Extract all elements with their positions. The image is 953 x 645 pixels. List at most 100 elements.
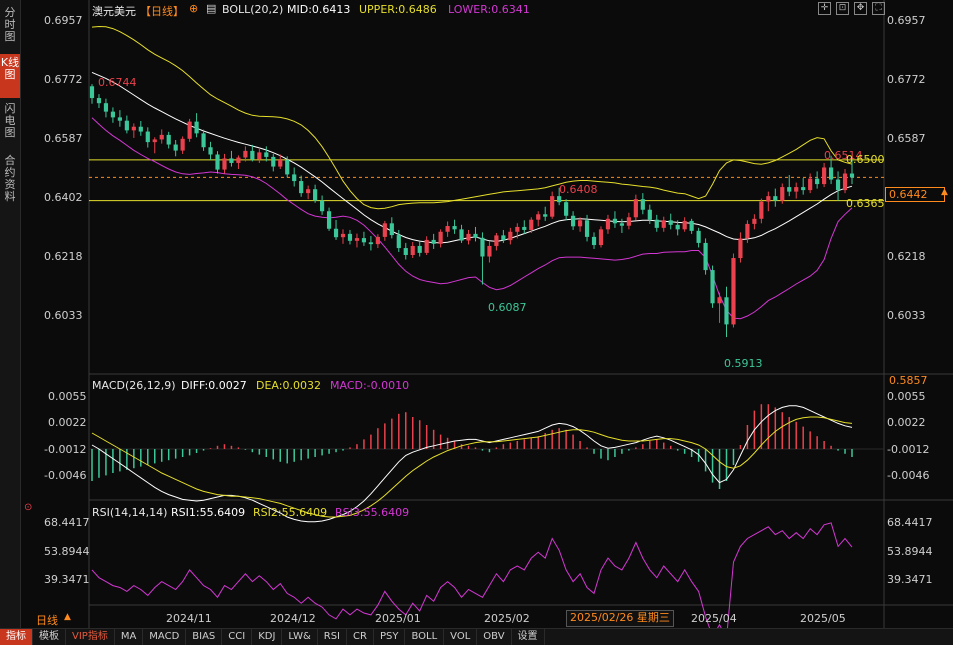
macd-dea-line xyxy=(91,416,853,518)
macd-diff-line xyxy=(91,405,853,523)
price-axis-label-right: 0.6587 xyxy=(887,132,926,145)
candle-body xyxy=(689,220,694,231)
annotation-high: 0.6744 xyxy=(98,76,137,89)
symbol-name: 澳元美元 xyxy=(92,5,136,18)
candle-body xyxy=(396,235,401,249)
tab-vol[interactable]: VOL xyxy=(444,629,478,645)
candle-body xyxy=(459,229,464,241)
tab-cci[interactable]: CCI xyxy=(222,629,253,645)
candle-body xyxy=(152,139,157,143)
candle-body xyxy=(794,187,799,192)
crosshair-date: 2025/02/26 星期三 xyxy=(566,610,674,627)
move-icon[interactable]: ✥ xyxy=(854,2,867,15)
tab-lw[interactable]: LW& xyxy=(282,629,318,645)
candle-body xyxy=(431,239,436,244)
candle-body xyxy=(815,178,820,185)
candle-body xyxy=(571,215,576,227)
candle-body xyxy=(368,242,373,245)
candle-body xyxy=(780,187,785,201)
candle-body xyxy=(759,201,764,219)
hline-label-upper: 0.6500 xyxy=(846,153,885,166)
candle-body xyxy=(173,144,178,151)
macd-axis-label-right: -0.0046 xyxy=(887,469,930,482)
macd-title: MACD(26,12,9) xyxy=(92,379,176,392)
candle-body xyxy=(640,199,645,210)
x-axis-label: 2024/12 xyxy=(270,612,316,625)
candle-body xyxy=(598,229,604,246)
x-axis-label: 2024/11 xyxy=(166,612,212,625)
candle-body xyxy=(501,235,506,241)
price-axis-label: 0.6033 xyxy=(44,309,83,322)
macd-axis-label: -0.0046 xyxy=(44,469,87,482)
macd-diff: DIFF:0.0027 xyxy=(181,379,247,392)
candle-body xyxy=(243,150,248,158)
boll-mid-line xyxy=(91,71,853,244)
period-selector[interactable]: 日线 xyxy=(36,612,58,628)
candle-body xyxy=(208,147,213,155)
tab-indicator[interactable]: 指标 xyxy=(0,629,33,645)
candle-body xyxy=(787,187,792,192)
rsi-1: RSI1:55.6409 xyxy=(171,506,246,519)
annotation-low: 0.5913 xyxy=(724,357,763,370)
crosshair-icon[interactable]: ✛ xyxy=(818,2,831,15)
pane-marker-icon[interactable]: ⊙ xyxy=(24,502,32,513)
candle-body xyxy=(264,152,269,157)
candle-body xyxy=(131,126,136,131)
candle-body xyxy=(257,152,262,160)
add-indicator-icon[interactable]: ⊕ xyxy=(189,2,198,15)
tab-template[interactable]: 模板 xyxy=(33,629,66,645)
candle-body xyxy=(187,121,192,139)
tab-psy[interactable]: PSY xyxy=(374,629,406,645)
candle-body xyxy=(842,173,848,191)
current-price-tag: 0.6442 xyxy=(885,187,945,202)
boll-upper-line xyxy=(91,25,853,210)
candle-body xyxy=(424,239,429,253)
rsi-axis-label: 53.8944 xyxy=(44,545,90,558)
candle-body xyxy=(738,238,743,259)
candle-body xyxy=(808,178,813,191)
candle-body xyxy=(473,233,478,238)
candle-body xyxy=(835,179,841,191)
candle-body xyxy=(731,258,736,325)
candle-body xyxy=(696,230,701,243)
period-dropdown-icon[interactable]: ▲ xyxy=(64,612,71,622)
tab-kdj[interactable]: KDJ xyxy=(252,629,283,645)
candle-body xyxy=(543,214,548,217)
tab-settings[interactable]: 设置 xyxy=(512,629,545,645)
zoom-icon[interactable]: ⊡ xyxy=(836,2,849,15)
indicator-settings-icon[interactable]: ▤ xyxy=(206,2,216,15)
tab-macd[interactable]: MACD xyxy=(143,629,187,645)
x-axis-label: 2025/02 xyxy=(484,612,530,625)
macd-value: MACD:-0.0010 xyxy=(330,379,410,392)
tab-boll[interactable]: BOLL xyxy=(405,629,445,645)
candle-body xyxy=(326,211,332,229)
rsi-3: RSI3:55.6409 xyxy=(335,506,410,519)
tab-cr[interactable]: CR xyxy=(347,629,374,645)
tab-rsi[interactable]: RSI xyxy=(318,629,348,645)
candle-body xyxy=(682,220,687,230)
candle-body xyxy=(675,224,680,230)
boll-title: BOLL(20,2) xyxy=(222,3,284,16)
candle-body xyxy=(661,220,666,228)
fullscreen-icon[interactable]: ⛶ xyxy=(872,2,885,15)
candle-body xyxy=(103,103,109,112)
candle-body xyxy=(306,189,311,194)
hline-label-lower: 0.6365 xyxy=(846,197,885,210)
x-axis-label: 2025/04 xyxy=(691,612,737,625)
candle-body xyxy=(361,238,367,243)
candle-body xyxy=(557,196,562,203)
period-label[interactable]: 【日线】 xyxy=(140,3,184,19)
tab-obv[interactable]: OBV xyxy=(477,629,512,645)
candle-body xyxy=(710,270,715,304)
chart-canvas[interactable] xyxy=(0,0,953,644)
candle-body xyxy=(201,133,206,148)
tab-vip-indicator[interactable]: VIP指标 xyxy=(66,629,115,645)
tab-ma[interactable]: MA xyxy=(115,629,144,645)
candle-body xyxy=(508,231,513,241)
candle-body xyxy=(138,126,143,132)
candle-body xyxy=(438,231,443,244)
tab-bias[interactable]: BIAS xyxy=(186,629,223,645)
boll-mid: MID:0.6413 xyxy=(287,3,351,16)
boll-lower: LOWER:0.6341 xyxy=(448,3,530,16)
candle-body xyxy=(536,214,541,220)
